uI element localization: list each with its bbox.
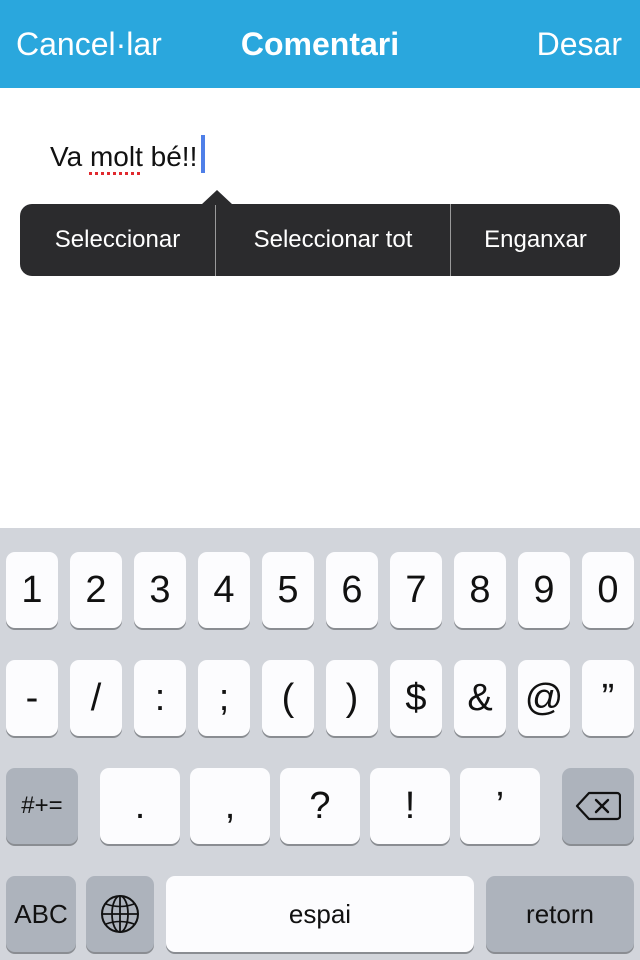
key-5[interactable]: 5 <box>262 552 314 628</box>
key-4[interactable]: 4 <box>198 552 250 628</box>
text-cursor <box>201 135 205 173</box>
globe-key[interactable] <box>86 876 154 952</box>
key-hyphen[interactable]: - <box>6 660 58 736</box>
comment-text-end: bé!! <box>142 141 198 172</box>
navigation-bar: Comentari Cancel·lar Desar <box>0 0 640 88</box>
comment-text[interactable]: Va molt bé!! <box>50 141 197 173</box>
key-slash[interactable]: / <box>70 660 122 736</box>
key-8[interactable]: 8 <box>454 552 506 628</box>
key-semicolon[interactable]: ; <box>198 660 250 736</box>
edit-menu: Seleccionar Seleccionar tot Enganxar <box>20 190 620 276</box>
key-9[interactable]: 9 <box>518 552 570 628</box>
key-3[interactable]: 3 <box>134 552 186 628</box>
key-quote[interactable]: ” <box>582 660 634 736</box>
key-at[interactable]: @ <box>518 660 570 736</box>
select-all-menu-item[interactable]: Seleccionar tot <box>216 204 450 276</box>
comment-text-start: Va <box>50 141 90 172</box>
delete-key[interactable] <box>562 768 634 844</box>
key-close-paren[interactable]: ) <box>326 660 378 736</box>
space-key[interactable]: espai <box>166 876 474 952</box>
key-6[interactable]: 6 <box>326 552 378 628</box>
key-colon[interactable]: : <box>134 660 186 736</box>
key-exclamation[interactable]: ! <box>370 768 450 844</box>
backspace-icon <box>575 791 621 821</box>
keyboard: 1 2 3 4 5 6 7 8 9 0 - / : ; ( ) $ & @ ” … <box>0 528 640 960</box>
globe-icon <box>100 894 140 934</box>
key-dollar[interactable]: $ <box>390 660 442 736</box>
paste-menu-item[interactable]: Enganxar <box>451 204 620 276</box>
key-ampersand[interactable]: & <box>454 660 506 736</box>
key-question[interactable]: ? <box>280 768 360 844</box>
key-open-paren[interactable]: ( <box>262 660 314 736</box>
abc-key[interactable]: ABC <box>6 876 76 952</box>
save-button[interactable]: Desar <box>537 0 622 88</box>
key-7[interactable]: 7 <box>390 552 442 628</box>
select-menu-item[interactable]: Seleccionar <box>20 204 215 276</box>
key-period[interactable]: . <box>100 768 180 844</box>
misspelled-word[interactable]: molt <box>90 141 143 172</box>
edit-menu-arrow <box>201 190 233 205</box>
key-apostrophe[interactable]: ’ <box>460 768 540 844</box>
key-1[interactable]: 1 <box>6 552 58 628</box>
comment-text-area[interactable]: Va molt bé!! <box>0 88 640 528</box>
key-comma[interactable]: , <box>190 768 270 844</box>
return-key[interactable]: retorn <box>486 876 634 952</box>
cancel-button[interactable]: Cancel·lar <box>16 0 162 88</box>
key-2[interactable]: 2 <box>70 552 122 628</box>
key-0[interactable]: 0 <box>582 552 634 628</box>
more-symbols-key[interactable]: #+= <box>6 768 78 844</box>
